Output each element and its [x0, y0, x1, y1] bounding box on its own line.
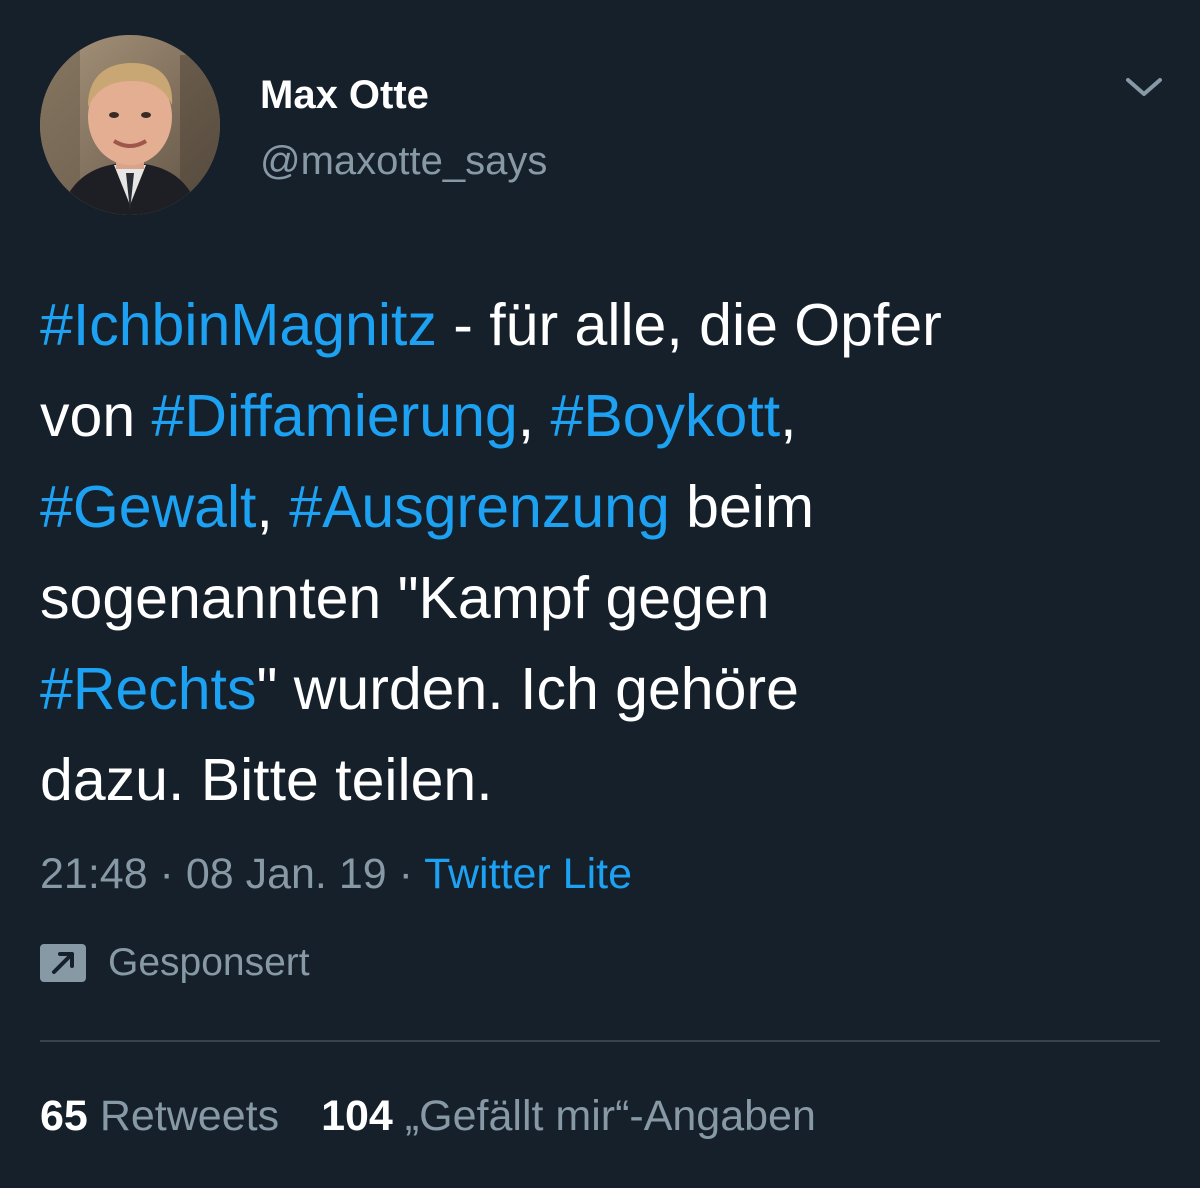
- retweets-count: 65: [40, 1092, 88, 1140]
- promoted-indicator: Gesponsert: [40, 938, 310, 988]
- tweet-card: Max Otte @maxotte_says #IchbinMagnitz - …: [0, 0, 1200, 1188]
- hashtag-link[interactable]: #Diffamierung: [152, 383, 518, 449]
- likes-count: 104: [321, 1092, 393, 1140]
- tweet-text-segment: - für alle, die Opfer: [436, 292, 942, 358]
- tweet-text-segment: " wurden. Ich gehöre: [256, 656, 799, 722]
- retweets-label: Retweets: [99, 1092, 280, 1140]
- tweet-text-line: dazu. Bitte teilen.: [40, 735, 1170, 826]
- likes-label: „Gefällt mir“-Angaben: [404, 1092, 816, 1140]
- promoted-label: Gesponsert: [108, 941, 310, 984]
- promoted-arrow-icon: [40, 944, 86, 982]
- tweet-text: #IchbinMagnitz - für alle, die Opfer von …: [40, 280, 1170, 826]
- author-info[interactable]: Max Otte @maxotte_says: [260, 70, 547, 186]
- tweet-stats: 65 Retweets 104 „Gefällt mir“-Angaben: [40, 1090, 816, 1142]
- hashtag-link[interactable]: #Ausgrenzung: [289, 474, 670, 540]
- tweet-text-line: von #Diffamierung, #Boykott,: [40, 371, 1170, 462]
- profile-photo-icon: [40, 35, 220, 215]
- tweet-date: 08 Jan. 19: [185, 850, 387, 898]
- tweet-text-segment: ,: [780, 383, 797, 449]
- likes-stat[interactable]: 104 „Gefällt mir“-Angaben: [321, 1090, 816, 1142]
- divider: [40, 1040, 1160, 1042]
- author-handle[interactable]: @maxotte_says: [260, 136, 547, 186]
- tweet-text-line: #Rechts" wurden. Ich gehöre: [40, 644, 1170, 735]
- tweet-text-line: #IchbinMagnitz - für alle, die Opfer: [40, 280, 1170, 371]
- tweet-text-line: sogenannten "Kampf gegen: [40, 553, 1170, 644]
- hashtag-link[interactable]: #Boykott: [551, 383, 781, 449]
- tweet-time: 21:48: [40, 850, 148, 898]
- tweet-text-segment: ,: [517, 383, 551, 449]
- tweet-text-segment: von: [40, 383, 152, 449]
- tweet-source-link[interactable]: Twitter Lite: [424, 850, 632, 898]
- retweets-stat[interactable]: 65 Retweets: [40, 1090, 279, 1142]
- chevron-down-icon[interactable]: [1122, 70, 1166, 104]
- tweet-text-line: #Gewalt, #Ausgrenzung beim: [40, 462, 1170, 553]
- hashtag-link[interactable]: #Rechts: [40, 656, 256, 722]
- tweet-text-segment: sogenannten "Kampf gegen: [40, 565, 770, 631]
- tweet-meta: 21:48 · 08 Jan. 19 · Twitter Lite: [40, 848, 632, 900]
- hashtag-link[interactable]: #IchbinMagnitz: [40, 292, 437, 358]
- author-display-name[interactable]: Max Otte: [260, 70, 547, 120]
- tweet-text-segment: beim: [669, 474, 815, 540]
- tweet-text-segment: dazu. Bitte teilen.: [40, 747, 493, 813]
- meta-separator: ·: [147, 850, 186, 898]
- meta-separator: ·: [386, 850, 425, 898]
- hashtag-link[interactable]: #Gewalt: [40, 474, 256, 540]
- avatar[interactable]: [40, 35, 220, 215]
- tweet-text-segment: ,: [256, 474, 290, 540]
